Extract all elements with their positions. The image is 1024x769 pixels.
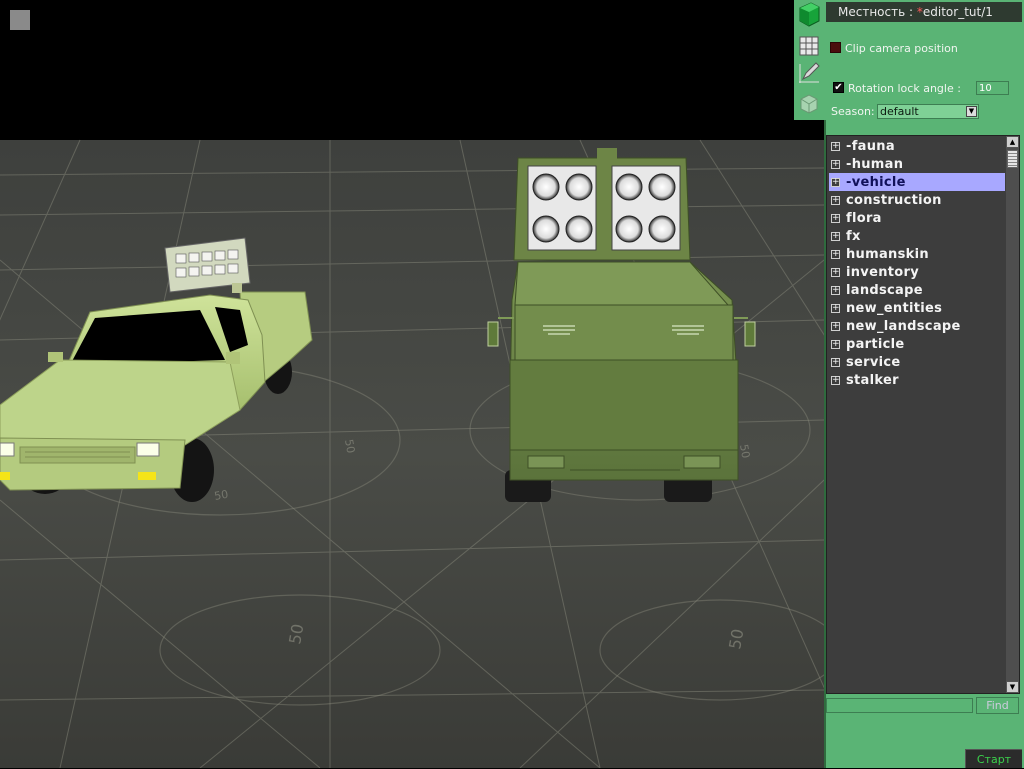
expand-icon[interactable]: +	[831, 267, 840, 277]
start-button[interactable]: Старт	[965, 749, 1022, 768]
tree-item[interactable]: + fx	[829, 227, 1005, 245]
rotation-lock-checkbox[interactable]: ✔	[833, 82, 844, 93]
expand-icon[interactable]: +	[831, 141, 840, 151]
expand-icon[interactable]: +	[831, 249, 840, 259]
rotation-lock-label: Rotation lock angle :	[848, 82, 961, 95]
expand-icon[interactable]: +	[831, 321, 840, 331]
floor-label: 50	[737, 443, 752, 459]
tree-item-label: -fauna	[846, 138, 895, 154]
scroll-thumb[interactable]	[1007, 150, 1018, 168]
chevron-down-icon[interactable]: ▼	[966, 106, 977, 117]
tree-items: + -fauna + -human + -vehicle + construction + flo…	[829, 137, 1005, 389]
tree-item[interactable]: + new_entities	[829, 299, 1005, 317]
season-value: default	[880, 105, 919, 118]
pencil-icon[interactable]	[797, 61, 821, 85]
tree-item-label: new_landscape	[846, 318, 961, 334]
tree-item-label: inventory	[846, 264, 919, 280]
floor-label: 50	[213, 488, 229, 503]
tree-item[interactable]: + service	[829, 353, 1005, 371]
sky-area	[0, 0, 824, 140]
tree-item[interactable]: + landscape	[829, 281, 1005, 299]
expand-icon[interactable]: +	[831, 339, 840, 349]
expand-icon[interactable]: +	[831, 213, 840, 223]
axis-cube-icon[interactable]	[797, 92, 821, 116]
tree-item[interactable]: + inventory	[829, 263, 1005, 281]
expand-icon[interactable]: +	[831, 231, 840, 241]
tree-item-label: flora	[846, 210, 882, 226]
tree-item-label: stalker	[846, 372, 899, 388]
scroll-up-icon[interactable]: ▲	[1006, 136, 1019, 148]
expand-icon[interactable]: +	[831, 285, 840, 295]
tree-item-label: new_entities	[846, 300, 943, 316]
title-separator: :	[909, 5, 914, 19]
scene-render[interactable]: 50 50 50 50 50 50	[0, 0, 824, 768]
panel-title: Местность : *editor_tut/1	[826, 2, 1022, 22]
expand-icon[interactable]: +	[831, 159, 840, 169]
scroll-down-icon[interactable]: ▼	[1006, 681, 1019, 693]
expand-icon[interactable]: +	[831, 303, 840, 313]
find-input[interactable]	[826, 698, 973, 713]
tree-item-label: fx	[846, 228, 861, 244]
tree-item[interactable]: + humanskin	[829, 245, 1005, 263]
clip-camera-checkbox[interactable]	[830, 42, 841, 53]
season-label: Season:	[831, 105, 875, 118]
tree-item[interactable]: + -vehicle	[829, 173, 1005, 191]
green-cube-icon[interactable]	[797, 2, 821, 27]
expand-icon[interactable]: +	[831, 177, 840, 187]
tree-item[interactable]: + particle	[829, 335, 1005, 353]
tree-item[interactable]: + construction	[829, 191, 1005, 209]
tool-column	[794, 0, 824, 120]
square-icon[interactable]	[10, 10, 30, 30]
expand-icon[interactable]: +	[831, 195, 840, 205]
tree-item[interactable]: + new_landscape	[829, 317, 1005, 335]
tree-item-label: -human	[846, 156, 904, 172]
tree-item[interactable]: + stalker	[829, 371, 1005, 389]
tree-item-label: landscape	[846, 282, 923, 298]
title-prefix: Местность	[838, 5, 906, 19]
tree-scrollbar[interactable]: ▲ ▼	[1006, 136, 1019, 693]
clip-camera-label: Clip camera position	[845, 42, 958, 55]
tree-item[interactable]: + flora	[829, 209, 1005, 227]
tree-item-label: -vehicle	[846, 174, 906, 190]
season-select[interactable]: default ▼	[877, 104, 979, 119]
tree-item-label: construction	[846, 192, 942, 208]
object-tree[interactable]: + -fauna + -human + -vehicle + construction + flo…	[826, 135, 1020, 694]
tree-item-label: particle	[846, 336, 905, 352]
tree-item[interactable]: + -human	[829, 155, 1005, 173]
find-button[interactable]: Find	[976, 697, 1019, 714]
tree-item-label: service	[846, 354, 901, 370]
3d-viewport[interactable]: 50 50 50 50 50 50	[0, 0, 824, 768]
tree-item[interactable]: + -fauna	[829, 137, 1005, 155]
floor-label: 50	[285, 622, 307, 645]
floor-label: 50	[725, 627, 747, 650]
floor-label: 50	[342, 438, 357, 454]
tree-item-label: humanskin	[846, 246, 929, 262]
expand-icon[interactable]: +	[831, 375, 840, 385]
title-name: editor_tut/1	[922, 5, 993, 19]
grid-icon[interactable]	[797, 34, 821, 58]
expand-icon[interactable]: +	[831, 357, 840, 367]
rotation-lock-angle-input[interactable]: 10	[976, 81, 1009, 95]
